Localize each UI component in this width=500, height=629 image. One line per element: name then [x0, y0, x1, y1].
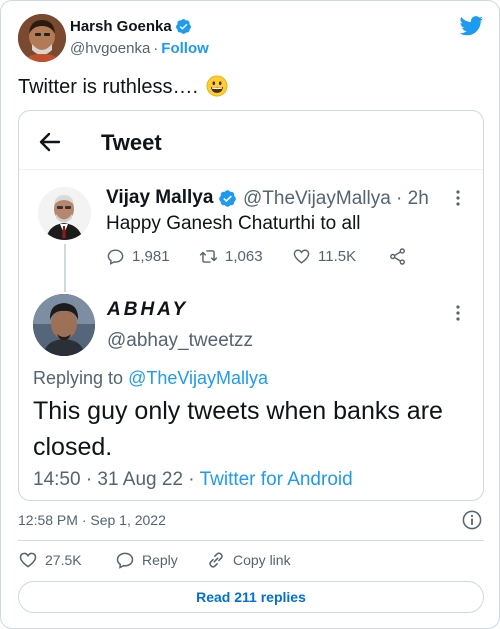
parent-tweet-text: Happy Ganesh Chaturthi to all — [106, 213, 361, 234]
link-icon — [209, 552, 223, 568]
author-name[interactable]: Harsh Goenka — [70, 18, 172, 35]
heart-icon — [19, 552, 37, 568]
copy-link-label: Copy link — [233, 552, 291, 568]
like-count: 27.5K — [45, 552, 82, 568]
dot-separator: · — [153, 40, 159, 57]
author-handle[interactable]: @hvgoenka — [70, 40, 150, 57]
copy-link-button[interactable]: Copy link — [206, 550, 291, 570]
parent-replies-count: 1,981 — [132, 248, 170, 265]
tweet-screenshot-image[interactable]: Tweet Vijay Mallya @TheVijayMallya · 2h — [18, 110, 484, 501]
follow-link[interactable]: Follow — [161, 40, 209, 57]
retweet-icon — [199, 250, 218, 263]
author-avatar[interactable] — [18, 14, 66, 62]
tweet-embed-card: Harsh Goenka @hvgoenka · Follow Twitter is… — [0, 0, 500, 629]
parent-retweets-count: 1,063 — [225, 248, 263, 265]
parent-likes-count: 11.5K — [318, 248, 357, 265]
replying-to-mention: @TheVijayMallya — [128, 368, 269, 388]
more-options-icon — [456, 190, 460, 206]
reply-tweet-text: This guy only tweets when banks are clos… — [33, 397, 443, 461]
reply-author-name: ABHAY — [107, 299, 189, 320]
parent-replies: 1,981 — [106, 247, 170, 266]
reply-author-handle: @abhay_tweetzz — [107, 330, 254, 351]
parent-retweets: 1,063 — [199, 247, 263, 266]
reply-source: Twitter for Android — [199, 469, 353, 490]
parent-verified-badge-icon — [219, 190, 236, 207]
parent-handle-time: @TheVijayMallya · 2h — [243, 188, 429, 209]
actions-divider — [18, 540, 484, 541]
parent-share — [388, 247, 407, 266]
grinning-face-emoji-icon — [206, 75, 228, 97]
more-options-icon — [456, 305, 460, 321]
abhay-avatar — [33, 294, 95, 356]
verified-badge-icon — [176, 19, 191, 34]
reply-icon — [107, 249, 124, 265]
reply-label: Reply — [142, 552, 178, 568]
twitter-bird-icon[interactable] — [459, 16, 484, 36]
replying-to-line: Replying to @TheVijayMallya — [33, 368, 268, 389]
parent-likes: 11.5K — [292, 247, 356, 266]
reply-icon — [116, 552, 134, 569]
header-divider — [19, 169, 483, 170]
reply-meta-line: 14:50 · 31 Aug 22 · Twitter for Android — [33, 469, 353, 491]
parent-author-name: Vijay Mallya — [106, 187, 214, 208]
author-handle-row: @hvgoenka · Follow — [70, 40, 209, 57]
reply-button[interactable]: Reply — [115, 550, 178, 570]
tweet-text-content: Twitter is ruthless…. — [18, 76, 199, 98]
share-icon — [390, 248, 405, 265]
heart-icon — [293, 249, 310, 264]
info-icon[interactable] — [462, 510, 482, 530]
screenshot-header-title: Tweet — [101, 130, 162, 155]
vijay-mallya-avatar — [38, 187, 91, 240]
thread-connector-line — [64, 244, 66, 292]
tweet-text: Twitter is ruthless…. — [18, 75, 228, 99]
back-arrow-icon — [39, 132, 61, 152]
read-replies-button[interactable]: Read 211 replies — [18, 581, 484, 613]
tweet-timestamp[interactable]: 12:58 PM · Sep 1, 2022 — [18, 512, 166, 528]
reply-time-date: 14:50 · 31 Aug 22 · — [33, 469, 200, 490]
like-button[interactable]: 27.5K — [18, 550, 82, 570]
replying-to-label: Replying to — [33, 368, 129, 388]
